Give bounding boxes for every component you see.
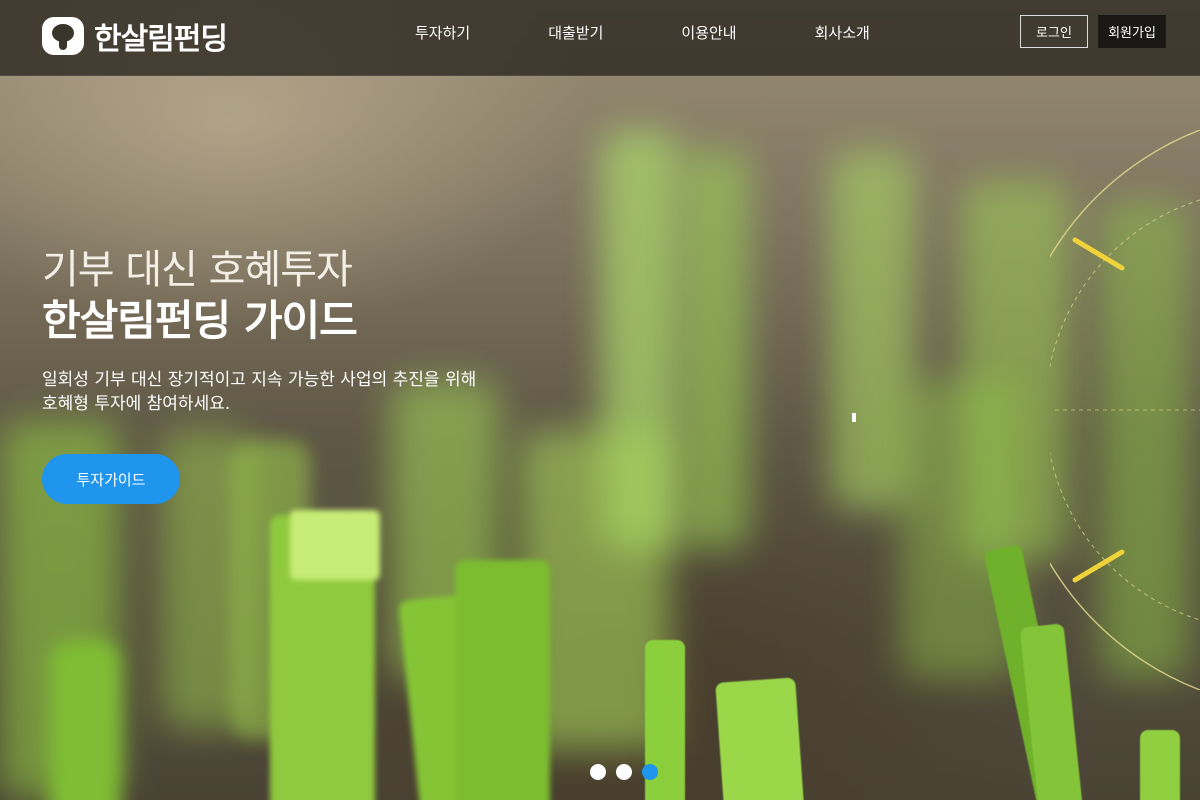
- top-navigation-bar: 한살림펀딩 투자하기 대출받기 이용안내 회사소개 로그인 회원가입: [0, 0, 1200, 76]
- invest-guide-button[interactable]: 투자가이드: [42, 454, 180, 504]
- login-button[interactable]: 로그인: [1020, 15, 1088, 48]
- hero-subtext-line1: 일회성 기부 대신 장기적이고 지속 가능한 사업의 추진을 위해: [42, 370, 477, 390]
- circular-graphic-decoration: [1050, 130, 1200, 690]
- brand-name: 한살림펀딩: [94, 22, 228, 57]
- carousel-dot-3[interactable]: [642, 764, 658, 780]
- hero-headline-line2: 한살림펀딩 가이드: [42, 296, 358, 345]
- hero-subtext: 일회성 기부 대신 장기적이고 지속 가능한 사업의 추진을 위해 호혜형 투자…: [42, 368, 562, 416]
- nav-item-about[interactable]: 회사소개: [815, 22, 870, 43]
- carousel-dot-1[interactable]: [590, 764, 606, 780]
- hero-subtext-line2: 호혜형 투자에 참여하세요.: [42, 394, 231, 414]
- signup-button[interactable]: 회원가입: [1098, 15, 1166, 48]
- nav-item-invest[interactable]: 투자하기: [415, 22, 470, 43]
- cursor-caret: [852, 413, 856, 422]
- carousel-dot-2[interactable]: [616, 764, 632, 780]
- tree-logo-icon: [42, 17, 84, 55]
- nav-item-guide[interactable]: 이용안내: [681, 22, 736, 43]
- nav-item-loan[interactable]: 대출받기: [548, 22, 603, 43]
- main-nav: 투자하기 대출받기 이용안내 회사소개: [415, 22, 870, 43]
- carousel-pagination: [590, 764, 658, 780]
- brand-logo[interactable]: 한살림펀딩: [42, 14, 228, 58]
